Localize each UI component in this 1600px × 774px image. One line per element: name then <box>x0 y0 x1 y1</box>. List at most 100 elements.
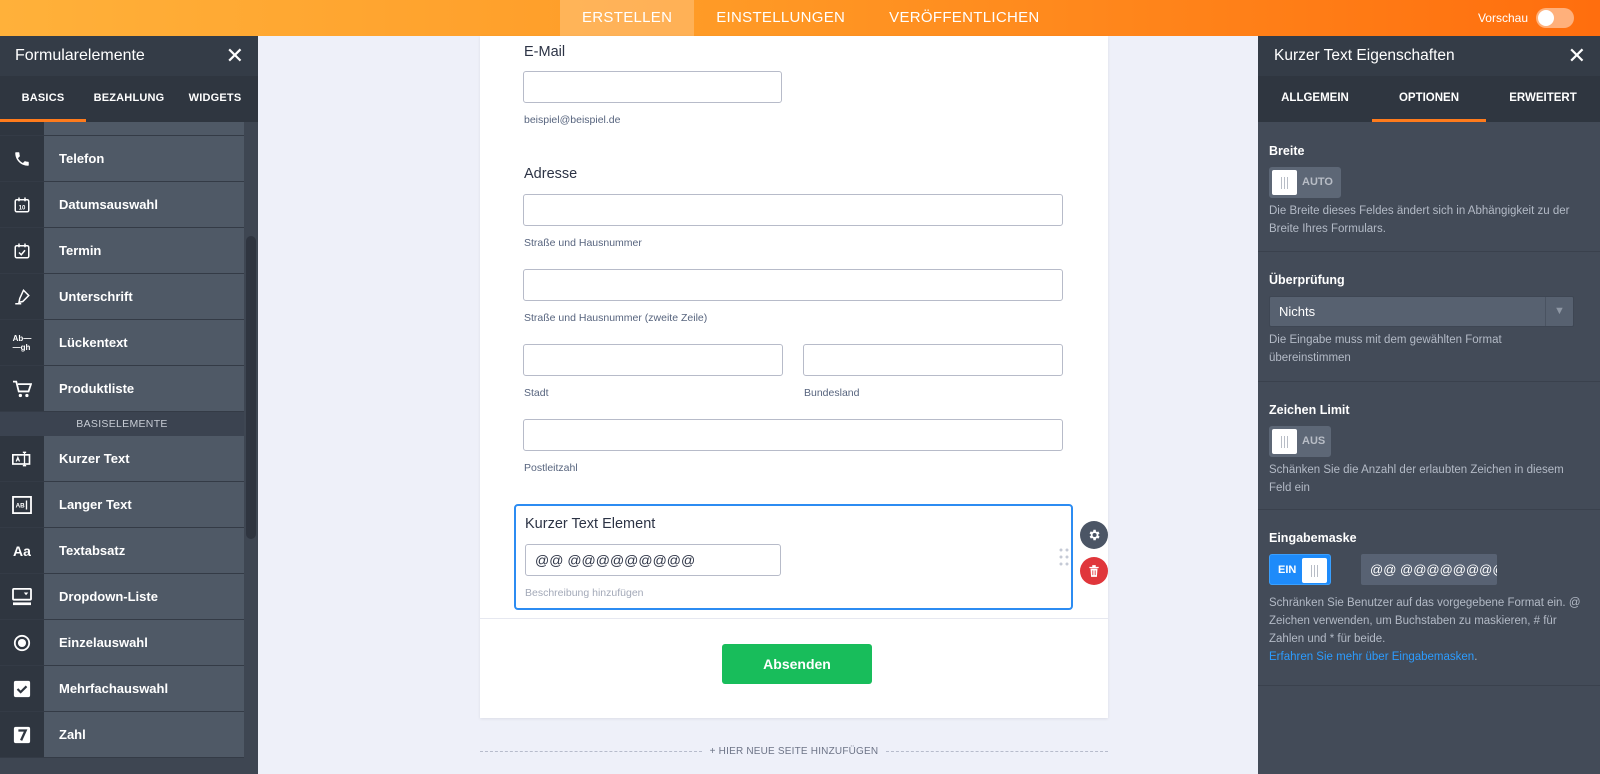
left-panel-header: Formularelemente ✕ <box>0 36 258 76</box>
element-label: Telefon <box>44 136 244 181</box>
close-icon[interactable]: ✕ <box>226 45 244 67</box>
street2-input[interactable] <box>523 269 1063 301</box>
close-icon[interactable]: ✕ <box>1568 45 1586 67</box>
gear-icon[interactable] <box>1080 521 1108 549</box>
street-sublabel: Straße und Hausnummer <box>524 237 642 249</box>
preview-toggle[interactable] <box>1536 8 1574 28</box>
element-item-langer-text[interactable]: AB Langer Text <box>0 482 244 528</box>
tab-erstellen[interactable]: ERSTELLEN <box>560 0 695 36</box>
state-sublabel: Bundesland <box>804 387 860 399</box>
chevron-down-icon: ▼ <box>1545 297 1573 326</box>
svg-text:AB: AB <box>16 502 26 509</box>
width-auto-toggle[interactable]: AUTO <box>1269 167 1341 198</box>
short-text-description[interactable]: Beschreibung hinzufügen <box>525 587 644 599</box>
input-mask-row: EIN @@ @@@@@@@@@ <box>1269 554 1586 585</box>
toggle-label: AUTO <box>1302 176 1333 188</box>
zip-sublabel: Postleitzahl <box>524 462 578 474</box>
form-divider <box>480 618 1108 619</box>
svg-text:10: 10 <box>19 205 26 211</box>
tab-widgets[interactable]: WIDGETS <box>172 76 258 122</box>
calendar-icon: 10 <box>0 182 44 227</box>
toggle-label: EIN <box>1278 564 1297 576</box>
street-input[interactable] <box>523 194 1063 226</box>
element-item-lueckentext[interactable]: Ab— —gh Lückentext <box>0 320 244 366</box>
element-label: Zahl <box>44 712 244 757</box>
dropdown-icon <box>0 574 44 619</box>
width-section: Breite AUTO Die Breite dieses Feldes änd… <box>1258 122 1600 252</box>
tab-bezahlung[interactable]: BEZAHLUNG <box>86 76 172 122</box>
element-item-kurzer-text[interactable]: Kurzer Text <box>0 436 244 482</box>
short-text-input[interactable]: @@ @@@@@@@@@ <box>525 544 781 576</box>
input-mask-description: Schränken Sie Benutzer auf das vorgegebe… <box>1269 597 1581 645</box>
email-label: E-Mail <box>524 44 566 60</box>
add-page-label: + HIER NEUE SEITE HINZUFÜGEN <box>709 746 879 757</box>
toggle-knob <box>1272 429 1297 454</box>
element-item-zahl[interactable]: Zahl <box>0 712 244 758</box>
preview-label: Vorschau <box>1477 11 1528 25</box>
element-item-mehrfachauswahl[interactable]: Mehrfachauswahl <box>0 666 244 712</box>
element-item-unterschrift[interactable]: Unterschrift <box>0 274 244 320</box>
element-item-dropdown-liste[interactable]: Dropdown-Liste <box>0 574 244 620</box>
appointment-icon <box>0 228 44 273</box>
drag-handle-icon[interactable] <box>1059 548 1069 571</box>
cart-icon <box>0 366 44 411</box>
element-label: Dropdown-Liste <box>44 574 244 619</box>
street2-sublabel: Straße und Hausnummer (zweite Zeile) <box>524 312 708 324</box>
char-limit-section: Zeichen Limit AUS Schänken Sie die Anzah… <box>1258 382 1600 510</box>
element-item-termin[interactable]: Termin <box>0 228 244 274</box>
section-basiselemente: BASISELEMENTE <box>0 412 244 436</box>
element-item-telefon[interactable]: Telefon <box>0 136 244 182</box>
toggle-label: AUS <box>1302 435 1326 447</box>
input-mask-field[interactable]: @@ @@@@@@@@@ <box>1361 554 1497 585</box>
element-label: Lückentext <box>44 320 244 365</box>
char-limit-toggle[interactable]: AUS <box>1269 426 1331 457</box>
element-label: Einzelauswahl <box>44 620 244 665</box>
radio-icon <box>0 620 44 665</box>
city-input[interactable] <box>523 344 783 376</box>
width-title: Breite <box>1269 144 1305 158</box>
long-text-icon: AB <box>0 482 44 527</box>
input-mask-toggle[interactable]: EIN <box>1269 554 1331 585</box>
validation-section: Überprüfung Nichts ▼ Die Eingabe muss mi… <box>1258 252 1600 382</box>
validation-title: Überprüfung <box>1269 273 1345 287</box>
trash-icon[interactable] <box>1080 557 1108 585</box>
left-panel-title: Formularelemente <box>15 47 145 64</box>
validation-select[interactable]: Nichts ▼ <box>1269 296 1574 327</box>
tab-einstellungen[interactable]: EINSTELLUNGEN <box>694 0 867 36</box>
learn-more-link[interactable]: Erfahren Sie mehr über Eingabemasken <box>1269 651 1474 663</box>
tab-allgemein[interactable]: ALLGEMEIN <box>1258 76 1372 122</box>
element-item-einzelauswahl[interactable]: Einzelauswahl <box>0 620 244 666</box>
width-description: Die Breite dieses Feldes ändert sich in … <box>1269 205 1570 235</box>
input-mask-section: Eingabemaske EIN @@ @@@@@@@@@ Schränken … <box>1258 510 1600 686</box>
left-panel-scrollbar[interactable] <box>246 236 256 539</box>
short-text-icon <box>0 436 44 481</box>
tab-veroeffentlichen[interactable]: VERÖFFENTLICHEN <box>867 0 1061 36</box>
element-item-produktliste[interactable]: Produktliste <box>0 366 244 412</box>
right-panel-title: Kurzer Text Eigenschaften <box>1274 47 1455 64</box>
address-label: Adresse <box>524 166 578 182</box>
email-input[interactable] <box>523 71 782 103</box>
submit-button[interactable]: Absenden <box>722 644 872 684</box>
dashed-line <box>480 751 702 752</box>
state-input[interactable] <box>803 344 1063 376</box>
list-item-partial <box>0 122 244 136</box>
tab-optionen[interactable]: OPTIONEN <box>1372 76 1486 122</box>
right-panel-header: Kurzer Text Eigenschaften ✕ <box>1258 36 1600 76</box>
fill-blank-icon: Ab— —gh <box>0 320 44 365</box>
element-item-textabsatz[interactable]: Aa Textabsatz <box>0 528 244 574</box>
element-item-datumsauswahl[interactable]: 10 Datumsauswahl <box>0 182 244 228</box>
element-label: Termin <box>44 228 244 273</box>
element-label: Textabsatz <box>44 528 244 573</box>
number-icon <box>0 712 44 757</box>
short-text-label: Kurzer Text Element <box>525 516 656 532</box>
short-text-element-selected[interactable]: Kurzer Text Element @@ @@@@@@@@@ Beschre… <box>514 504 1073 610</box>
validation-description: Die Eingabe muss mit dem gewählten Forma… <box>1269 334 1502 364</box>
add-page-bar[interactable]: + HIER NEUE SEITE HINZUFÜGEN <box>480 746 1108 757</box>
paragraph-icon: Aa <box>0 528 44 573</box>
zip-input[interactable] <box>523 419 1063 451</box>
tab-basics[interactable]: BASICS <box>0 76 86 122</box>
toggle-knob <box>1302 558 1327 583</box>
element-label: Langer Text <box>44 482 244 527</box>
properties-panel: Kurzer Text Eigenschaften ✕ ALLGEMEIN OP… <box>1258 36 1600 774</box>
tab-erweitert[interactable]: ERWEITERT <box>1486 76 1600 122</box>
